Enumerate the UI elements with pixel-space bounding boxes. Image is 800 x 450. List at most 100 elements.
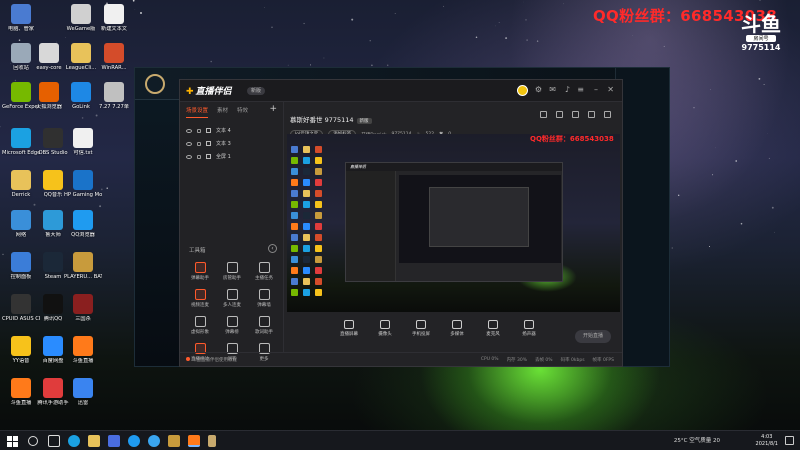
mini-desktop-icon <box>303 190 310 197</box>
phone-cast-icon <box>416 320 426 329</box>
control-screen[interactable]: 直播屏幕 <box>337 320 361 337</box>
toolbox-collapse-button[interactable]: ‹ <box>268 244 277 253</box>
star <box>99 205 102 208</box>
desktop-icon-pubg[interactable]: PLAYERU... BATTLEGR... <box>64 252 102 280</box>
control-phone-cast[interactable]: 手机投屏 <box>409 320 433 337</box>
scene-list: 文本 4 文本 3 全屏 1 <box>180 124 283 163</box>
close-icon[interactable]: ✕ <box>607 86 614 94</box>
tool-item[interactable]: 主播任务 <box>248 262 280 281</box>
room-edit-badge[interactable]: 新版 <box>356 118 372 124</box>
stream-preview[interactable]: QQ粉丝群：668543038 直播伴侣 <box>287 134 620 312</box>
tool-item[interactable]: 歌词助手 <box>248 316 280 335</box>
tool-item[interactable]: 虚拟形象 <box>184 316 216 335</box>
scene-row[interactable]: 全屏 1 <box>180 150 283 163</box>
bell-icon[interactable]: ♪ <box>565 86 570 94</box>
scene-row[interactable]: 文本 3 <box>180 137 283 150</box>
control-camera[interactable]: 摄像头 <box>373 320 397 337</box>
qq-icon[interactable] <box>148 435 160 447</box>
message-icon[interactable]: ✉ <box>549 86 556 94</box>
add-scene-button[interactable]: + <box>269 104 277 114</box>
desktop-icon-douyu[interactable]: 斗鱼直播 <box>64 336 102 364</box>
share-icon[interactable] <box>572 111 579 118</box>
settings-icon[interactable]: ⚙ <box>535 86 542 94</box>
gift-icon[interactable] <box>540 111 547 118</box>
notify-icon[interactable] <box>588 111 595 118</box>
lock-icon[interactable] <box>197 128 201 133</box>
minimize-icon[interactable]: – <box>594 86 598 94</box>
mini-desktop-icon <box>315 190 322 197</box>
tool-item[interactable]: 房管助手 <box>216 262 248 281</box>
desktop-icon-text-file[interactable]: 可信.txt <box>64 128 102 156</box>
search-icon[interactable] <box>28 436 38 446</box>
media-icon <box>452 320 462 329</box>
scene-row[interactable]: 文本 4 <box>180 124 283 137</box>
nested-preview <box>399 175 561 263</box>
control-media[interactable]: 多媒体 <box>445 320 469 337</box>
control-speaker[interactable]: 扬声器 <box>517 320 541 337</box>
start-button[interactable] <box>6 435 18 447</box>
mini-desktop-icon <box>303 256 310 263</box>
control-mic[interactable]: 麦克风 <box>481 320 505 337</box>
game-client-icon[interactable] <box>208 435 216 447</box>
start-live-button[interactable]: 开始直播 <box>575 330 611 343</box>
status-item: 帧率 0FPS <box>592 358 614 363</box>
douyu-taskbar-icon[interactable] <box>188 435 200 447</box>
scene-name: 全屏 1 <box>216 154 231 160</box>
eye-icon[interactable] <box>186 154 192 159</box>
star <box>132 0 135 2</box>
file-explorer-icon[interactable] <box>88 435 100 447</box>
douyu-logo-text: 斗鱼 <box>741 12 781 36</box>
mini-desktop-icon <box>291 234 298 241</box>
lock-icon[interactable] <box>197 141 201 146</box>
pubg-icon <box>73 252 93 272</box>
league-icon[interactable] <box>168 435 180 447</box>
desktop-icon-label: 电脑、管家 <box>8 26 34 32</box>
tab-2[interactable]: 特效 <box>237 106 248 118</box>
tab-0[interactable]: 场景设置 <box>186 106 209 118</box>
more-icon[interactable] <box>604 111 611 118</box>
eye-icon[interactable] <box>186 128 192 133</box>
tool-item[interactable]: 弹幕墙 <box>248 289 280 308</box>
star <box>693 107 695 109</box>
qq-browser-icon[interactable] <box>128 435 140 447</box>
notification-icon[interactable] <box>785 436 794 445</box>
nested-app-title: 直播伴侣 <box>346 163 562 171</box>
desktop-icon-xunlei[interactable]: 迅雷 <box>64 378 102 406</box>
desktop-icon-label: 7.27 7.27单 <box>99 104 129 110</box>
star <box>663 45 665 47</box>
douyu-live-companion-window[interactable]: ✚ 直播伴侣 新版 ⚙ ✉ ♪ ≡ – ✕ 场景设置 素材 特效 + 文本 4 文本 3… <box>179 79 623 367</box>
desktop-icon-qq-browser[interactable]: QQ浏览器 <box>64 210 102 238</box>
edge-icon[interactable] <box>68 435 80 447</box>
mini-desktop-icon <box>291 278 298 285</box>
desktop-icon-computer[interactable]: 电脑、管家 <box>2 4 40 32</box>
mini-desktop-icon <box>315 201 322 208</box>
camera-icon <box>380 320 390 329</box>
desktop-icon-sanguosha[interactable]: 三国杀 <box>64 294 102 322</box>
star <box>264 6 265 8</box>
weather-tray[interactable]: 25°C 空气质量 20 <box>674 436 720 444</box>
store-icon[interactable] <box>108 435 120 447</box>
douyu-icon <box>73 336 93 356</box>
star <box>134 9 136 10</box>
tutorial-link[interactable]: 斗鱼直播伴侣使用教程 <box>180 352 284 366</box>
room-title[interactable]: 慕斯好番世 9775114 <box>290 116 354 124</box>
star <box>351 18 354 21</box>
desktop-icon-hp[interactable]: HP Gaming Mouse G... <box>64 170 102 198</box>
rank-icon[interactable] <box>556 111 563 118</box>
star <box>106 187 108 189</box>
desktop-icon-winrar[interactable]: WinRAR... <box>95 43 133 71</box>
tool-icon <box>194 289 206 300</box>
system-clock[interactable]: 4:03 2021/8/1 <box>756 434 778 448</box>
tool-item[interactable]: 弹幕助手 <box>184 262 216 281</box>
lock-icon[interactable] <box>197 154 201 159</box>
tool-item[interactable]: 多人连麦 <box>216 289 248 308</box>
tool-item[interactable]: 视频连麦 <box>184 289 216 308</box>
menu-icon[interactable]: ≡ <box>577 86 584 94</box>
tool-item[interactable]: 弹幕榜 <box>216 316 248 335</box>
tab-1[interactable]: 素材 <box>217 106 228 118</box>
eye-icon[interactable] <box>186 141 192 146</box>
desktop-icon-image[interactable]: 7.27 7.27单 <box>95 82 133 110</box>
desktop-icon-text-file[interactable]: 新建文本文 <box>95 4 133 32</box>
task-view-icon[interactable] <box>48 435 60 447</box>
avatar[interactable] <box>517 85 528 96</box>
